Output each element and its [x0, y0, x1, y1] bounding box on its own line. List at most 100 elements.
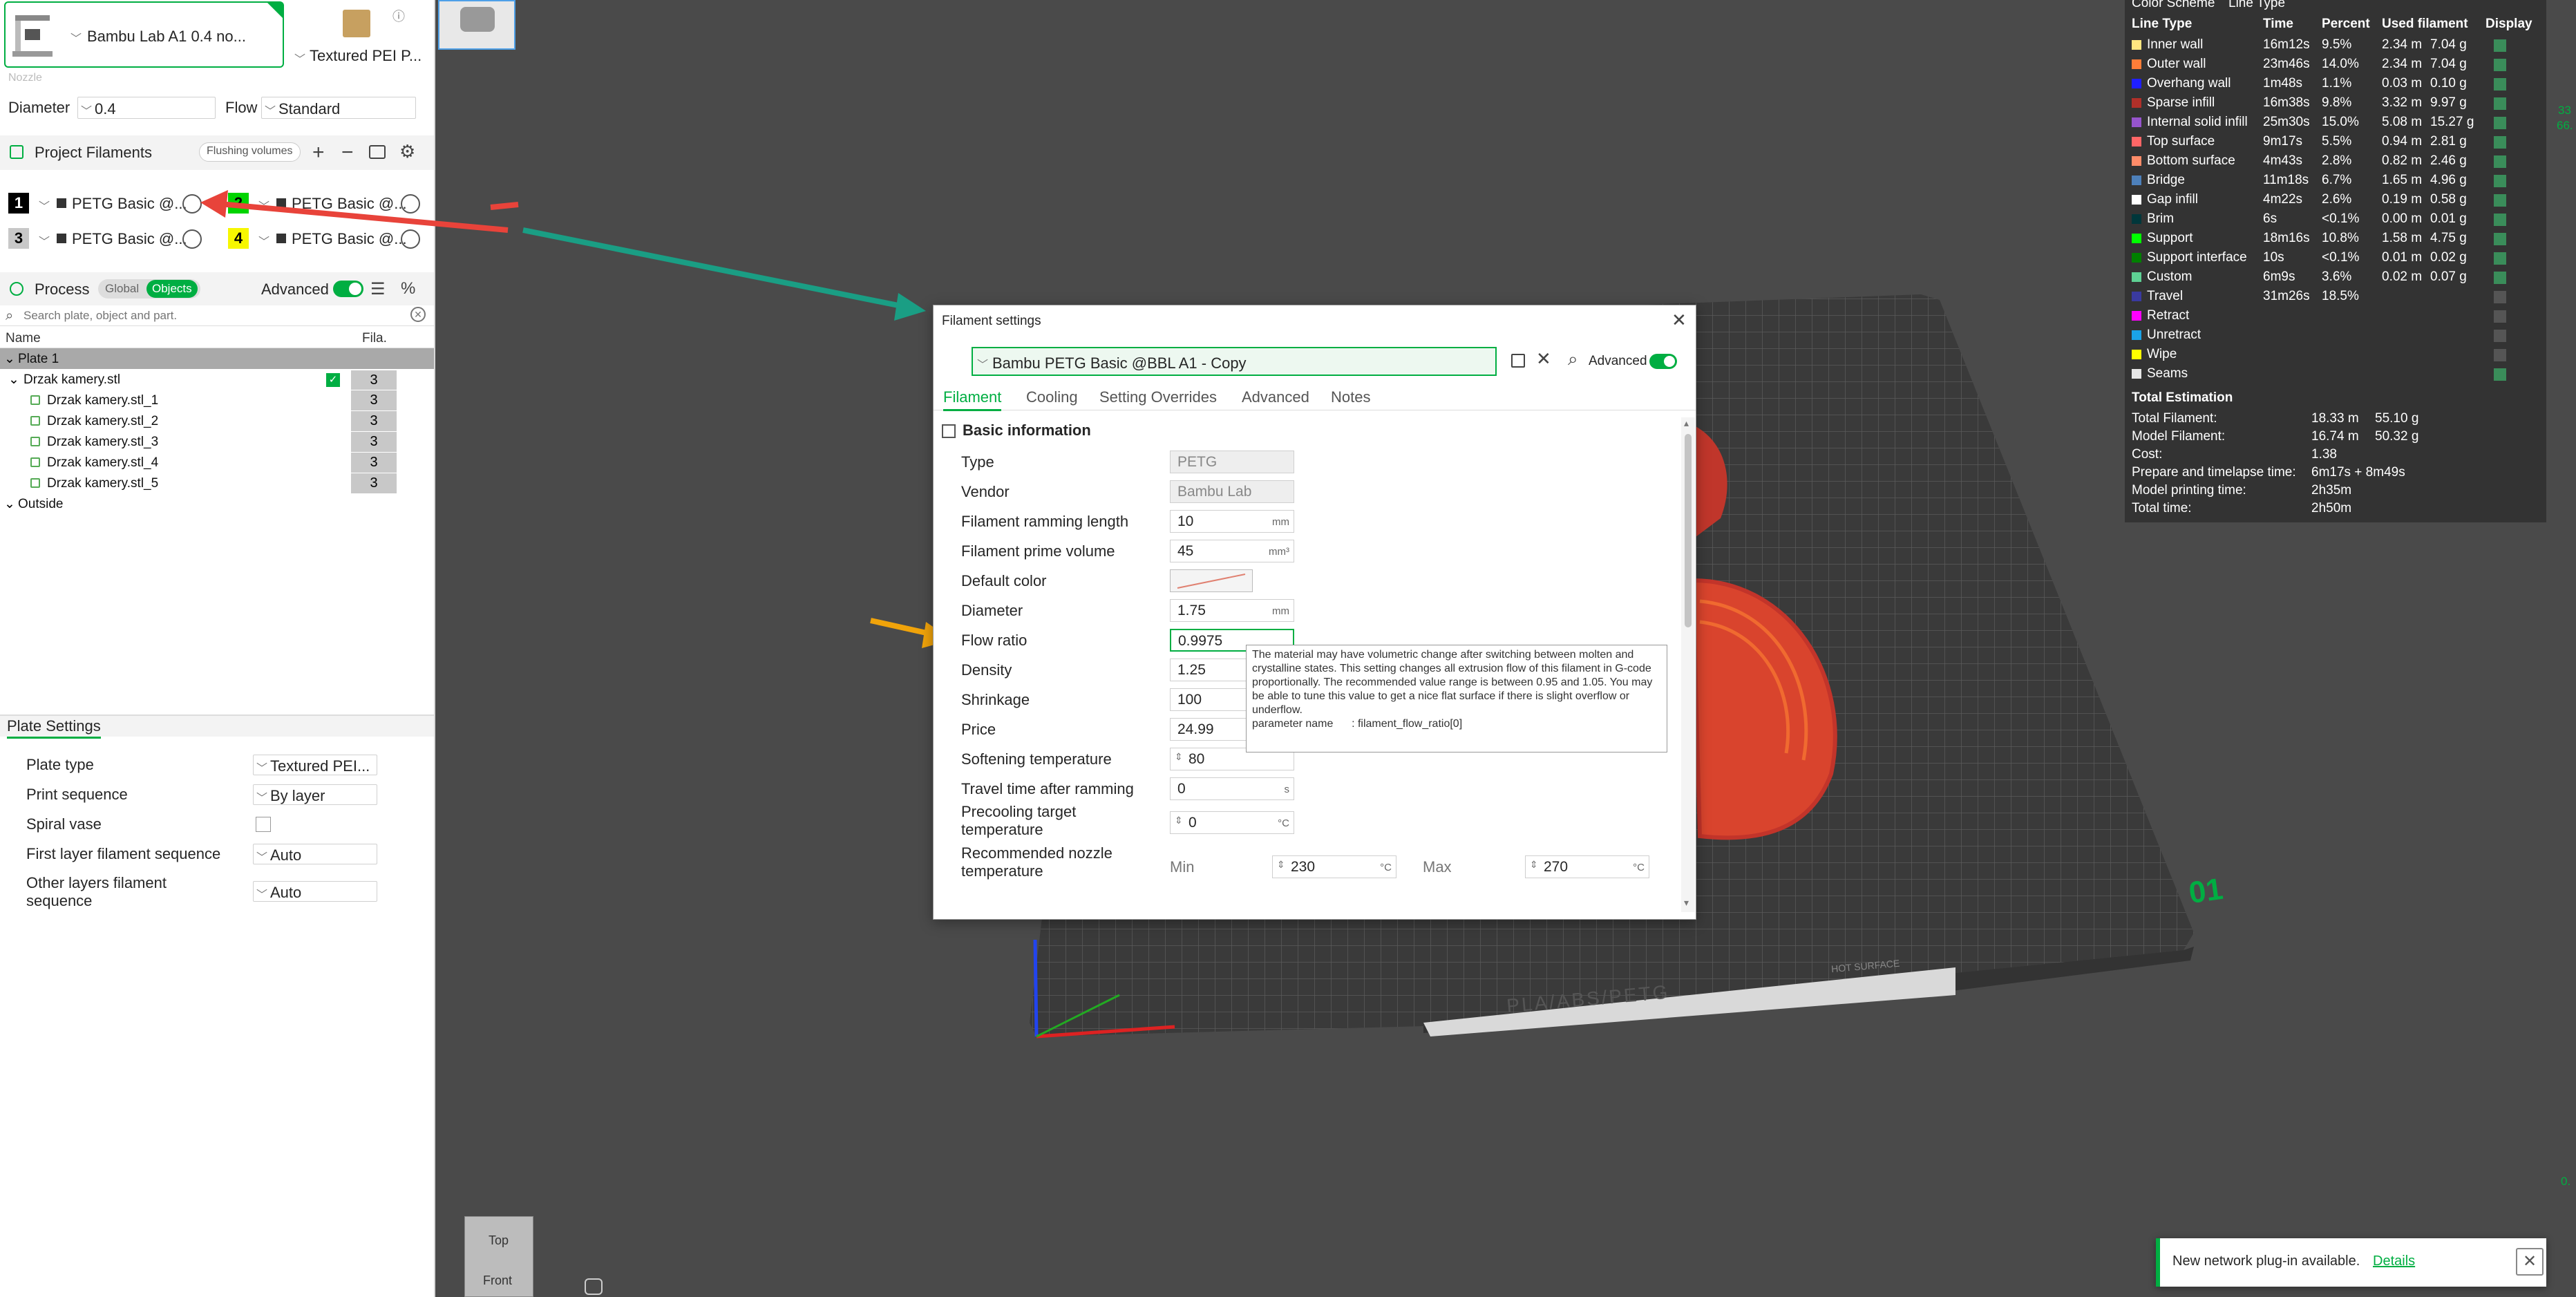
view-cube[interactable]: Top Front: [464, 1216, 533, 1297]
plate-type-select[interactable]: ﹀ Textured PEI...: [253, 755, 377, 775]
precool-temp-input[interactable]: ⇕ 0 °C: [1170, 811, 1294, 834]
scroll-down-icon[interactable]: ▾: [1684, 897, 1689, 909]
fila-badge[interactable]: 3: [351, 473, 397, 493]
display-checkbox[interactable]: [2494, 214, 2506, 226]
line-length: 0.02 m: [2382, 269, 2423, 284]
view-cube-top[interactable]: Top: [489, 1233, 509, 1248]
save-icon[interactable]: [1511, 354, 1525, 368]
advanced-toggle[interactable]: [333, 281, 363, 297]
close-icon[interactable]: ✕: [2516, 1248, 2544, 1276]
filament-slot-4[interactable]: 4 ﹀ PETG Basic @...: [228, 228, 428, 250]
display-checkbox[interactable]: [2494, 39, 2506, 52]
ramming-input[interactable]: 10 mm: [1170, 510, 1294, 533]
plate-row[interactable]: ⌄ Plate 1: [0, 348, 434, 369]
prime-volume-input[interactable]: 45 mm³: [1170, 540, 1294, 562]
print-sequence-select[interactable]: ﹀ By layer: [253, 784, 377, 805]
spin-icon[interactable]: ⇕: [1175, 751, 1183, 763]
edit-filament-icon[interactable]: [182, 229, 202, 249]
display-checkbox[interactable]: [2494, 136, 2506, 149]
display-checkbox[interactable]: [2494, 78, 2506, 91]
travel-time-input[interactable]: 0s: [1170, 777, 1294, 800]
dialog-scrollbar[interactable]: ▴ ▾: [1681, 417, 1695, 912]
part-row[interactable]: Drzak kamery.stl_5 3: [0, 473, 434, 493]
fila-badge[interactable]: 3: [351, 370, 397, 390]
diameter-select[interactable]: ﹀ 0.4: [77, 97, 216, 119]
spin-icon[interactable]: ⇕: [1175, 815, 1183, 826]
info-icon[interactable]: ⓘ: [392, 7, 405, 25]
default-color-swatch[interactable]: [1170, 569, 1253, 592]
display-checkbox[interactable]: [2494, 252, 2506, 265]
tab-objects[interactable]: Objects: [146, 280, 198, 298]
sync-ams-icon[interactable]: [369, 145, 386, 159]
close-icon[interactable]: ✕: [1671, 310, 1687, 331]
display-checkbox[interactable]: [2494, 368, 2506, 381]
gear-icon[interactable]: ⚙: [399, 141, 415, 162]
nozzle-temp-min-input[interactable]: ⇕ 230 °C: [1272, 855, 1396, 878]
percent-icon[interactable]: %: [401, 279, 415, 299]
filament-slot-3[interactable]: 3 ﹀ PETG Basic @...: [8, 228, 216, 250]
spiral-vase-checkbox[interactable]: [256, 817, 271, 832]
display-checkbox[interactable]: [2494, 97, 2506, 110]
fila-badge[interactable]: 3: [351, 432, 397, 452]
tab-setting-overrides[interactable]: Setting Overrides: [1099, 388, 1217, 406]
flushing-volumes-button[interactable]: Flushing volumes: [199, 142, 301, 162]
clear-search-icon[interactable]: ✕: [410, 307, 426, 322]
part-row[interactable]: Drzak kamery.stl_4 3: [0, 452, 434, 473]
plate-type-card[interactable]: ⓘ ﹀ Textured PEI P...: [292, 1, 430, 68]
fila-badge[interactable]: 3: [351, 411, 397, 431]
scroll-thumb[interactable]: [1685, 434, 1692, 627]
first-layer-seq-select[interactable]: ﹀ Auto: [253, 844, 377, 864]
display-checkbox[interactable]: [2494, 175, 2506, 187]
tab-advanced[interactable]: Advanced: [1242, 388, 1309, 406]
printer-card[interactable]: ﹀ Bambu Lab A1 0.4 no...: [4, 1, 284, 68]
preset-select[interactable]: ﹀ Bambu PETG Basic @BBL A1 - Copy: [972, 347, 1497, 376]
flow-select[interactable]: ﹀ Standard: [261, 97, 416, 119]
remove-filament-icon[interactable]: −: [341, 141, 354, 164]
process-scope-toggle[interactable]: Global Objects: [98, 279, 200, 299]
object-row[interactable]: ⌄ Drzak kamery.stl ✓ 3: [0, 369, 434, 390]
edit-filament-icon[interactable]: [401, 229, 420, 249]
part-row[interactable]: Drzak kamery.stl_2 3: [0, 410, 434, 431]
tab-filament[interactable]: Filament: [943, 388, 1002, 411]
filament-slot-1[interactable]: 1 ﹀ PETG Basic @...: [8, 193, 216, 215]
fila-badge[interactable]: 3: [351, 453, 397, 473]
scroll-up-icon[interactable]: ▴: [1684, 417, 1689, 429]
display-checkbox[interactable]: [2494, 349, 2506, 361]
spin-icon[interactable]: ⇕: [1277, 859, 1285, 871]
dialog-advanced-toggle[interactable]: [1649, 354, 1677, 369]
filament-slot-2[interactable]: 2 ﹀ PETG Basic @...: [228, 193, 428, 215]
type-select[interactable]: PETG: [1170, 451, 1294, 473]
outside-row[interactable]: ⌄ Outside: [0, 493, 434, 514]
delete-icon[interactable]: ✕: [1536, 348, 1551, 370]
display-checkbox[interactable]: [2494, 59, 2506, 71]
edit-filament-icon[interactable]: [401, 194, 420, 214]
diameter-input[interactable]: 1.75 mm: [1170, 599, 1294, 622]
display-checkbox[interactable]: [2494, 117, 2506, 129]
edit-filament-icon[interactable]: [182, 194, 202, 214]
search-input[interactable]: [23, 307, 404, 325]
tab-notes[interactable]: Notes: [1331, 388, 1370, 406]
display-checkbox[interactable]: [2494, 155, 2506, 168]
tab-cooling[interactable]: Cooling: [1026, 388, 1078, 406]
display-checkbox[interactable]: [2494, 272, 2506, 284]
fila-badge[interactable]: 3: [351, 390, 397, 410]
search-icon[interactable]: ⌕: [1568, 348, 1578, 370]
display-checkbox[interactable]: [2494, 194, 2506, 207]
part-row[interactable]: Drzak kamery.stl_1 3: [0, 390, 434, 410]
toast-details-link[interactable]: Details: [2373, 1253, 2415, 1269]
display-checkbox[interactable]: [2494, 291, 2506, 303]
view-cube-front[interactable]: Front: [483, 1274, 512, 1288]
checkbox-checked-icon[interactable]: ✓: [326, 373, 340, 387]
part-row[interactable]: Drzak kamery.stl_3 3: [0, 431, 434, 452]
display-checkbox[interactable]: [2494, 330, 2506, 342]
camera-icon[interactable]: [585, 1278, 603, 1295]
add-filament-icon[interactable]: +: [312, 141, 325, 164]
other-layers-seq-select[interactable]: ﹀ Auto: [253, 881, 377, 902]
tab-global[interactable]: Global: [105, 282, 139, 296]
spin-icon[interactable]: ⇕: [1530, 859, 1538, 871]
color-scheme-select[interactable]: Line Type: [2228, 0, 2285, 11]
list-icon[interactable]: ☰: [370, 279, 386, 299]
nozzle-temp-max-input[interactable]: ⇕ 270 °C: [1525, 855, 1649, 878]
display-checkbox[interactable]: [2494, 233, 2506, 245]
display-checkbox[interactable]: [2494, 310, 2506, 323]
